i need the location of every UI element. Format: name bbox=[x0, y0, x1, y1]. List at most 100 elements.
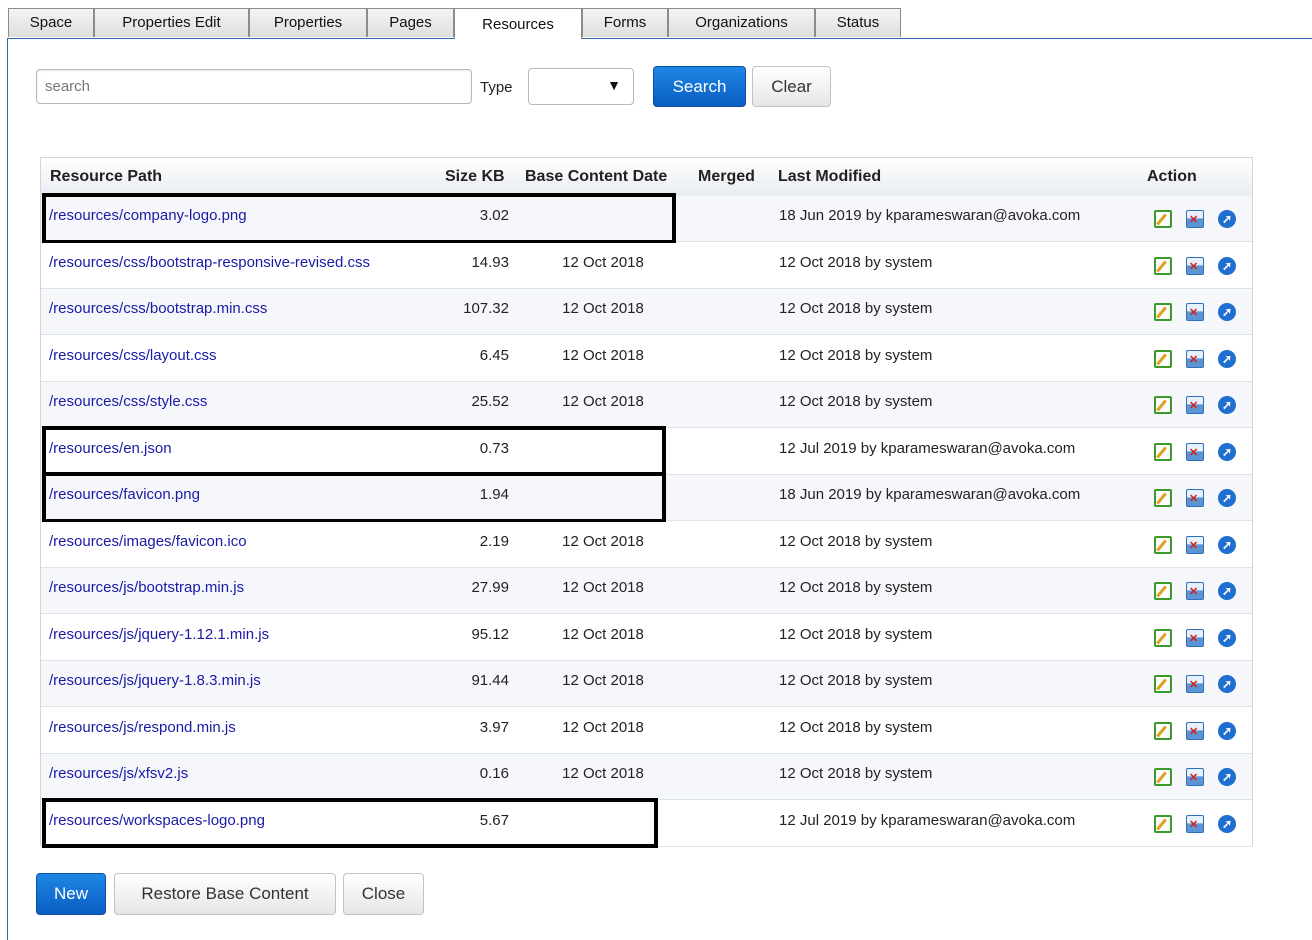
open-icon[interactable]: ➚ bbox=[1218, 489, 1236, 507]
size-cell: 3.02 bbox=[479, 207, 509, 224]
header-action: Action bbox=[1147, 168, 1197, 185]
tab-organizations[interactable]: Organizations bbox=[668, 8, 815, 37]
search-input[interactable] bbox=[36, 69, 472, 104]
base-content-date-cell: 12 Oct 2018 bbox=[562, 253, 644, 271]
resource-path-link[interactable]: /resources/images/favicon.ico bbox=[49, 533, 247, 550]
resource-path-link[interactable]: /resources/js/xfsv2.js bbox=[49, 765, 188, 782]
header-last-modified[interactable]: Last Modified bbox=[778, 168, 881, 186]
open-icon[interactable]: ➚ bbox=[1218, 535, 1236, 554]
delete-icon[interactable] bbox=[1186, 210, 1204, 228]
header-base-content-date[interactable]: Base Content Date bbox=[525, 168, 667, 186]
resource-path-link[interactable]: /resources/js/respond.min.js bbox=[49, 719, 236, 736]
table-header: Resource Path Size KB Base Content Date … bbox=[41, 158, 1252, 197]
search-button[interactable]: Search bbox=[653, 66, 746, 107]
resource-path-link[interactable]: /resources/css/bootstrap.min.css bbox=[49, 300, 267, 317]
tab-resources[interactable]: Resources bbox=[454, 8, 582, 39]
tab-properties[interactable]: Properties bbox=[249, 8, 367, 37]
resource-path-link[interactable]: /resources/css/style.css bbox=[49, 393, 207, 410]
new-button[interactable]: New bbox=[36, 873, 106, 915]
open-icon[interactable]: ➚ bbox=[1218, 768, 1236, 786]
last-modified-cell: 12 Oct 2018 by system bbox=[779, 718, 933, 736]
resource-path-link[interactable]: /resources/company-logo.png bbox=[49, 207, 247, 224]
table-row: /resources/workspaces-logo.png 5.67 12 Jul… bbox=[41, 800, 1252, 847]
open-icon[interactable]: ➚ bbox=[1218, 582, 1236, 600]
base-content-date-cell: 12 Oct 2018 bbox=[562, 579, 644, 596]
edit-icon[interactable] bbox=[1154, 768, 1172, 786]
open-icon[interactable]: ➚ bbox=[1218, 210, 1236, 228]
edit-icon[interactable] bbox=[1154, 582, 1172, 600]
resources-table: Resource Path Size KB Base Content Date … bbox=[40, 157, 1253, 848]
open-icon[interactable]: ➚ bbox=[1218, 675, 1236, 693]
edit-icon[interactable] bbox=[1154, 303, 1172, 321]
table-row: /resources/js/respond.min.js 3.97 12 Oct 2… bbox=[41, 707, 1252, 754]
table-row: /resources/css/bootstrap-responsive-revi… bbox=[41, 242, 1252, 289]
open-icon[interactable]: ➚ bbox=[1218, 349, 1236, 368]
close-button[interactable]: Close bbox=[343, 873, 424, 915]
delete-icon[interactable] bbox=[1186, 768, 1204, 786]
open-icon[interactable]: ➚ bbox=[1218, 442, 1236, 461]
resource-path-link[interactable]: /resources/en.json bbox=[49, 440, 172, 457]
tab-space[interactable]: Space bbox=[8, 8, 94, 37]
resource-path-link[interactable]: /resources/js/bootstrap.min.js bbox=[49, 579, 244, 596]
tab-pages[interactable]: Pages bbox=[367, 8, 454, 37]
open-icon[interactable]: ➚ bbox=[1218, 814, 1236, 833]
table-row: /resources/en.json 0.73 12 Jul 2019 by kpa… bbox=[41, 428, 1252, 475]
open-icon[interactable]: ➚ bbox=[1218, 256, 1236, 275]
tab-forms[interactable]: Forms bbox=[582, 8, 668, 37]
delete-icon[interactable] bbox=[1186, 256, 1204, 275]
edit-icon[interactable] bbox=[1154, 396, 1172, 414]
delete-icon[interactable] bbox=[1186, 628, 1204, 647]
delete-icon[interactable] bbox=[1186, 675, 1204, 693]
header-size[interactable]: Size KB bbox=[445, 168, 505, 186]
table-row: /resources/js/xfsv2.js 0.16 12 Oct 2018 12 … bbox=[41, 754, 1252, 800]
resource-path-link[interactable]: /resources/js/jquery-1.12.1.min.js bbox=[49, 626, 269, 643]
table-row: /resources/images/favicon.ico 2.19 12 Oct … bbox=[41, 521, 1252, 568]
resource-path-link[interactable]: /resources/favicon.png bbox=[49, 486, 200, 503]
edit-icon[interactable] bbox=[1154, 442, 1172, 461]
resource-path-link[interactable]: /resources/workspaces-logo.png bbox=[49, 812, 265, 829]
edit-icon[interactable] bbox=[1154, 349, 1172, 368]
clear-button[interactable]: Clear bbox=[752, 66, 831, 107]
edit-icon[interactable] bbox=[1154, 721, 1172, 740]
open-icon[interactable]: ➚ bbox=[1218, 396, 1236, 414]
edit-icon[interactable] bbox=[1154, 489, 1172, 507]
delete-icon[interactable] bbox=[1186, 582, 1204, 600]
header-resource-path[interactable]: Resource Path bbox=[50, 168, 162, 186]
delete-icon[interactable] bbox=[1186, 721, 1204, 740]
delete-icon[interactable] bbox=[1186, 303, 1204, 321]
delete-icon[interactable] bbox=[1186, 535, 1204, 554]
tab-status[interactable]: Status bbox=[815, 8, 901, 37]
resource-path-link[interactable]: /resources/js/jquery-1.8.3.min.js bbox=[49, 672, 261, 689]
restore-base-content-button[interactable]: Restore Base Content bbox=[114, 873, 336, 915]
resource-path-link[interactable]: /resources/css/bootstrap-responsive-revi… bbox=[49, 254, 370, 271]
last-modified-cell: 12 Oct 2018 by system bbox=[779, 579, 933, 596]
last-modified-cell: 12 Oct 2018 by system bbox=[779, 393, 933, 410]
last-modified-cell: 12 Oct 2018 by system bbox=[779, 625, 933, 643]
delete-icon[interactable] bbox=[1186, 489, 1204, 507]
delete-icon[interactable] bbox=[1186, 396, 1204, 414]
open-icon[interactable]: ➚ bbox=[1218, 628, 1236, 647]
open-icon[interactable]: ➚ bbox=[1218, 721, 1236, 740]
header-merged[interactable]: Merged bbox=[698, 168, 755, 186]
open-icon[interactable]: ➚ bbox=[1218, 303, 1236, 321]
table-row: /resources/company-logo.png 3.02 18 Jun 20… bbox=[41, 196, 1252, 242]
type-select[interactable]: ▼ bbox=[528, 68, 634, 105]
table-row: /resources/css/bootstrap.min.css 107.32 12… bbox=[41, 289, 1252, 335]
last-modified-cell: 18 Jun 2019 by kparameswaran@avoka.com bbox=[779, 486, 1081, 503]
edit-icon[interactable] bbox=[1154, 628, 1172, 647]
edit-icon[interactable] bbox=[1154, 535, 1172, 554]
base-content-date-cell: 12 Oct 2018 bbox=[562, 300, 644, 317]
chevron-down-icon: ▼ bbox=[607, 77, 621, 93]
edit-icon[interactable] bbox=[1154, 210, 1172, 228]
resource-path-link[interactable]: /resources/css/layout.css bbox=[49, 347, 217, 364]
edit-icon[interactable] bbox=[1154, 675, 1172, 693]
edit-icon[interactable] bbox=[1154, 814, 1172, 833]
tab-properties-edit[interactable]: Properties Edit bbox=[94, 8, 249, 37]
delete-icon[interactable] bbox=[1186, 814, 1204, 833]
size-cell: 2.19 bbox=[479, 532, 509, 550]
delete-icon[interactable] bbox=[1186, 442, 1204, 461]
last-modified-cell: 12 Jul 2019 by kparameswaran@avoka.com bbox=[779, 811, 1076, 829]
last-modified-cell: 12 Oct 2018 by system bbox=[779, 346, 933, 364]
delete-icon[interactable] bbox=[1186, 349, 1204, 368]
edit-icon[interactable] bbox=[1154, 256, 1172, 275]
